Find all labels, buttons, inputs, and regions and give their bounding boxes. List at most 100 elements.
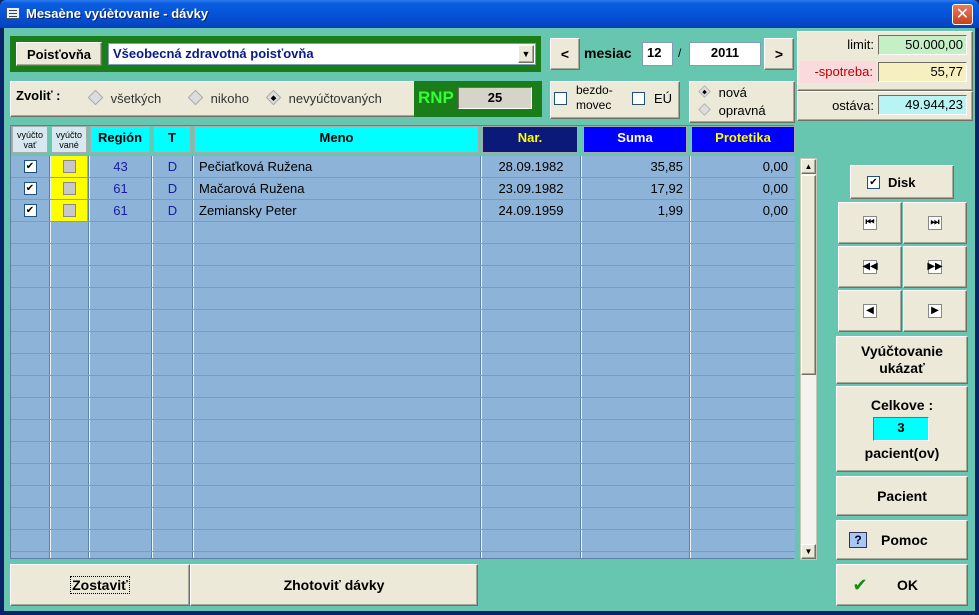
cell-region: 43	[113, 159, 128, 174]
fast-forward-icon: ▶▶	[927, 260, 943, 274]
cell-suma: 1,99	[657, 203, 683, 218]
cell-vyuctovat[interactable]	[11, 200, 49, 221]
cell-protetika: 0,00	[762, 159, 788, 174]
ok-button[interactable]: ✔ OK	[836, 564, 968, 606]
table-row	[11, 464, 795, 486]
cell-vyuctovat[interactable]	[11, 178, 49, 199]
last-record-icon: ⏭	[928, 216, 942, 230]
bezdomovec-label-line1: bezdo-	[576, 83, 613, 97]
prev-month-button[interactable]: <	[550, 38, 580, 70]
year-field[interactable]: 2011	[689, 42, 761, 66]
rnp-value: 25	[458, 87, 532, 109]
option-opravna[interactable]: opravná	[698, 103, 766, 118]
cell-meno: Mačarová Ružena	[199, 181, 305, 196]
vyuctovanie-ukazat-button[interactable]: Vyúčtovanie ukázať	[836, 336, 968, 384]
cell-suma: 17,92	[650, 181, 683, 196]
table-row[interactable]: 61 D Mačarová Ružena 23.09.1982 17,92 0,00	[11, 178, 795, 200]
checkbox-vyuctovat[interactable]	[23, 182, 37, 195]
col-nar: Nar.	[482, 126, 578, 153]
checkbox-vyuctovat[interactable]	[23, 160, 37, 173]
spotreba-label: -spotreba:	[800, 61, 876, 83]
filter-option-vsetkych[interactable]: všetkých	[87, 89, 162, 106]
filter-radio-nevyuctovanych[interactable]	[265, 89, 282, 106]
disk-checkbox[interactable]	[867, 175, 880, 189]
table-row	[11, 420, 795, 442]
table-row[interactable]: 43 D Pečiaťková Ružena 28.09.1982 35,85 0,00	[11, 156, 795, 178]
poistovna-button[interactable]: Poisťovňa	[16, 42, 102, 66]
col-t: T	[153, 126, 191, 153]
nav-last-button[interactable]: ⏭	[903, 202, 967, 244]
mesiac-label: mesiac	[584, 45, 632, 61]
poistovna-select[interactable]: Všeobecná zdravotná poisťovňa	[108, 43, 536, 65]
opravna-label: opravná	[718, 103, 766, 118]
col-vyuctovane: vyúčto vané	[51, 126, 87, 153]
next-month-button[interactable]: >	[764, 38, 794, 70]
navigation-pad: ⏮ ⏭ ◀◀ ▶▶ ◀ ▶	[838, 202, 968, 334]
table-row	[11, 332, 795, 354]
checkbox-vyuctovane[interactable]	[62, 160, 76, 173]
col-region: Región	[90, 126, 150, 153]
radio-opravna[interactable]	[698, 103, 711, 116]
cell-suma: 35,85	[650, 159, 683, 174]
cell-vyuctovat[interactable]	[11, 156, 49, 177]
filter-option-nevyuctovanych[interactable]: nevyúčtovaných	[265, 89, 382, 106]
disk-checkbox-button[interactable]: Disk	[850, 165, 954, 199]
filter-option-nikoho[interactable]: nikoho	[187, 89, 249, 106]
table-row	[11, 310, 795, 332]
scroll-down-button[interactable]: ▼	[801, 544, 816, 559]
table-row	[11, 508, 795, 530]
filter-radio-vsetkych[interactable]	[87, 89, 104, 106]
table-row	[11, 222, 795, 244]
zostavit-label: Zostaviť	[70, 576, 130, 594]
cell-vyuctovane[interactable]	[51, 200, 87, 221]
close-button[interactable]: ✕	[952, 4, 973, 25]
scroll-up-button[interactable]: ▲	[801, 159, 816, 174]
cell-protetika: 0,00	[762, 203, 788, 218]
col-vyuctovat: vyúčto vať	[12, 126, 48, 153]
option-nova[interactable]: nová	[698, 85, 747, 100]
table-row[interactable]: 61 D Zemiansky Peter 24.09.1959 1,99 0,00	[11, 200, 795, 222]
eu-checkbox[interactable]	[632, 92, 645, 108]
eu-label: EÚ	[654, 91, 673, 106]
checkbox-vyuctovane[interactable]	[62, 182, 76, 195]
poistovna-dropdown[interactable]: ▼	[518, 45, 534, 63]
nav-next-button[interactable]: ▶	[903, 290, 967, 332]
cell-vyuctovane[interactable]	[51, 178, 87, 199]
scroll-thumb[interactable]	[801, 175, 816, 375]
next-record-icon: ▶	[928, 304, 942, 318]
filter-label-vsetkych: všetkých	[110, 91, 162, 106]
cell-t: D	[167, 159, 178, 174]
nav-next-page-button[interactable]: ▶▶	[903, 246, 967, 288]
cell-region: 61	[113, 181, 128, 196]
title-bar[interactable]: Mesaène vyúètovanie - dávky ✕	[0, 0, 979, 28]
date-separator: /	[678, 46, 682, 60]
checkbox-vyuctovat[interactable]	[23, 204, 37, 217]
col-suma: Suma	[583, 126, 687, 153]
nav-first-button[interactable]: ⏮	[838, 202, 902, 244]
client-area: Poisťovňa Všeobecná zdravotná poisťovňa …	[4, 28, 975, 611]
bezdomovec-label-line2: movec	[576, 98, 612, 112]
table-row	[11, 288, 795, 310]
pacient-button[interactable]: Pacient	[836, 476, 968, 516]
cell-meno: Pečiaťková Ružena	[199, 159, 313, 174]
ok-label: OK	[897, 577, 918, 593]
month-field[interactable]: 12	[642, 42, 673, 66]
cell-vyuctovane[interactable]	[51, 156, 87, 177]
cell-nar: 28.09.1982	[498, 159, 564, 174]
grid-scrollbar[interactable]: ▲ ▼	[800, 158, 817, 560]
filter-radio-nikoho[interactable]	[187, 89, 204, 106]
nav-prev-page-button[interactable]: ◀◀	[838, 246, 902, 288]
table-row	[11, 354, 795, 376]
celkove-panel: Celkove : 3 pacient(ov)	[836, 386, 968, 472]
first-record-icon: ⏮	[863, 216, 877, 230]
celkove-label: Celkove :	[870, 397, 934, 413]
zostavit-button[interactable]: Zostaviť	[10, 564, 190, 606]
radio-nova[interactable]	[698, 85, 711, 98]
bezdomovec-checkbox[interactable]	[554, 92, 567, 108]
pacient-ov-label: pacient(ov)	[864, 445, 940, 461]
checkbox-vyuctovane[interactable]	[62, 204, 76, 217]
nav-prev-button[interactable]: ◀	[838, 290, 902, 332]
zhotovit-davky-button[interactable]: Zhotoviť dávky	[190, 564, 478, 606]
poistovna-value: Všeobecná zdravotná poisťovňa	[113, 46, 314, 61]
pomoc-button[interactable]: ? Pomoc	[836, 520, 968, 560]
